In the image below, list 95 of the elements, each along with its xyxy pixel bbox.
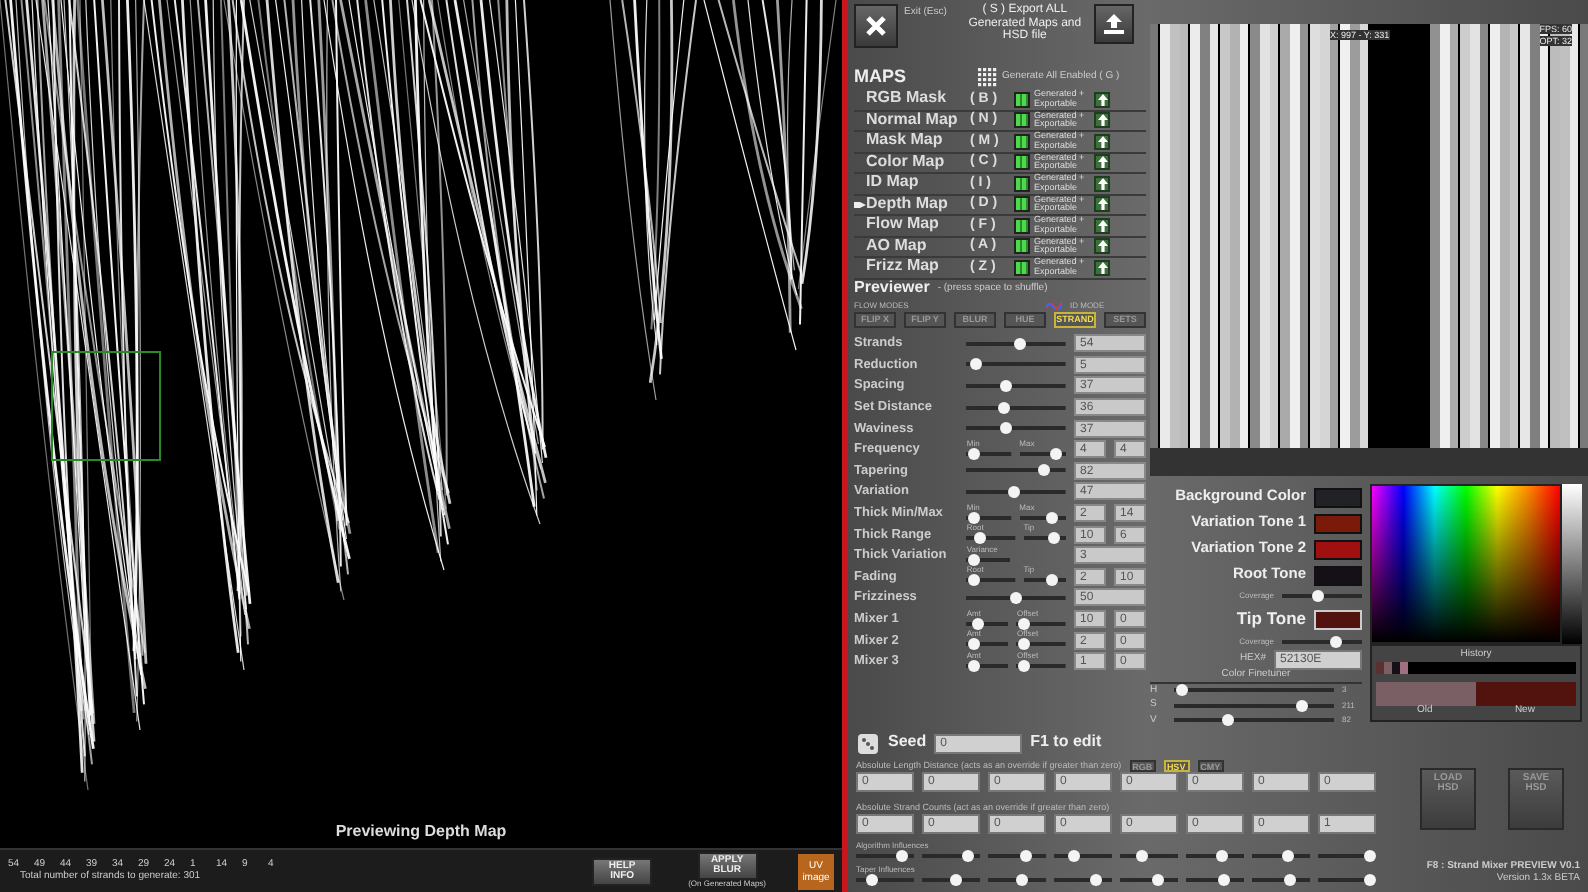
previewer-label: Previewer [854,280,930,298]
slider-thumb[interactable] [1015,874,1028,886]
slider-thumb[interactable] [1014,337,1027,350]
slider-thumb[interactable] [972,617,985,630]
slider-thumb[interactable] [968,574,981,587]
slider-thumb[interactable] [1046,574,1059,587]
slider-thumb[interactable] [1284,874,1297,886]
slider-thumb[interactable] [1018,617,1031,630]
slider-thumb[interactable] [999,379,1012,392]
slider-thumb[interactable] [1045,511,1058,524]
slider-thumb[interactable] [1090,874,1103,886]
map-name: AO Map [866,237,929,256]
seed-hint: F1 to edit [1030,734,1102,752]
slider-thumb[interactable] [974,532,987,545]
brightness-strip[interactable] [1562,484,1582,644]
map-export-button[interactable] [1094,175,1110,192]
slider-thumb[interactable] [895,850,908,862]
slider-thumb[interactable] [1364,850,1376,862]
map-checkbox[interactable] [1014,238,1030,255]
map-name: RGB Mask [866,90,949,109]
map-checkbox[interactable] [1014,259,1030,276]
color-swatch[interactable] [1314,539,1362,559]
history-swatch[interactable] [1384,661,1392,673]
slider-thumb[interactable] [1312,590,1325,602]
slider-thumb[interactable] [865,874,878,886]
color-label: Tip Tone [1234,609,1306,629]
map-checkbox[interactable] [1014,112,1030,129]
slider-thumb[interactable] [1296,699,1309,712]
map-export-button[interactable] [1094,259,1110,276]
exit-button[interactable] [854,4,898,48]
map-export-button[interactable] [1094,91,1110,108]
history-swatch[interactable] [1400,661,1408,673]
slider-thumb[interactable] [968,447,981,460]
slider-thumb[interactable] [998,401,1011,414]
color-wave-icon [1046,300,1062,310]
maps-title: MAPS [854,67,909,87]
slider-thumb[interactable] [1215,850,1228,862]
slider-thumb[interactable] [1018,659,1031,672]
slider-thumb[interactable] [1038,464,1051,477]
slider-thumb[interactable] [1221,714,1234,727]
map-checkbox[interactable] [1014,196,1030,213]
map-export-button[interactable] [1094,133,1110,150]
upload-icon [1102,12,1127,36]
map-checkbox[interactable] [1014,133,1030,150]
slider-thumb[interactable] [1329,636,1342,648]
map-export-button[interactable] [1094,238,1110,255]
slider-thumb[interactable] [1281,850,1294,862]
map-name: Frizz Map [866,258,941,277]
map-checkbox[interactable] [1014,154,1030,171]
slider-thumb[interactable] [949,874,962,886]
history-swatch[interactable] [1376,661,1384,673]
map-name: ID Map [866,174,921,193]
close-icon [864,14,888,38]
export-button[interactable] [1094,4,1135,44]
map-name: Mask Map [866,132,945,151]
map-export-button[interactable] [1094,196,1110,213]
slider-thumb[interactable] [1176,684,1189,697]
slider-thumb[interactable] [1136,850,1149,862]
dice-icon [856,731,880,755]
map-export-button[interactable] [1094,112,1110,129]
map-checkbox[interactable] [1014,91,1030,108]
slider-thumb[interactable] [1007,485,1020,498]
color-swatch[interactable] [1314,487,1362,507]
map-checkbox[interactable] [1014,175,1030,192]
color-spectrum[interactable] [1370,484,1562,644]
grid-icon[interactable] [978,67,998,87]
map-checkbox[interactable] [1014,217,1030,234]
seed-label: Seed [888,734,927,752]
slider-thumb[interactable] [1010,591,1023,604]
map-export-button[interactable] [1094,154,1110,171]
history-swatch[interactable] [1392,661,1400,673]
slider-thumb[interactable] [1050,447,1063,460]
map-name: Color Map [866,153,947,172]
map-export-button[interactable] [1094,217,1110,234]
selection-rectangle [51,351,161,461]
slider-thumb[interactable] [970,358,983,371]
color-swatch[interactable] [1314,565,1362,585]
slider-thumb[interactable] [1218,874,1231,886]
preview-caption: Previewing Depth Map [333,824,509,842]
slider-thumb[interactable] [1020,850,1033,862]
slider-thumb[interactable] [968,638,981,651]
slider-thumb[interactable] [1364,874,1376,886]
map-name: Flow Map [866,216,941,235]
slider-thumb[interactable] [1018,638,1031,651]
slider-thumb[interactable] [967,553,980,566]
map-name: Depth Map [866,195,950,214]
slider-thumb[interactable] [1152,874,1165,886]
slider-thumb[interactable] [999,422,1012,435]
color-swatch[interactable] [1314,513,1362,533]
slider-thumb[interactable] [1047,532,1060,545]
slider-thumb[interactable] [961,850,974,862]
slider-thumb[interactable] [1067,850,1080,862]
slider-thumb[interactable] [968,511,981,524]
slider-thumb[interactable] [968,659,981,672]
map-name: Normal Map [866,111,960,130]
